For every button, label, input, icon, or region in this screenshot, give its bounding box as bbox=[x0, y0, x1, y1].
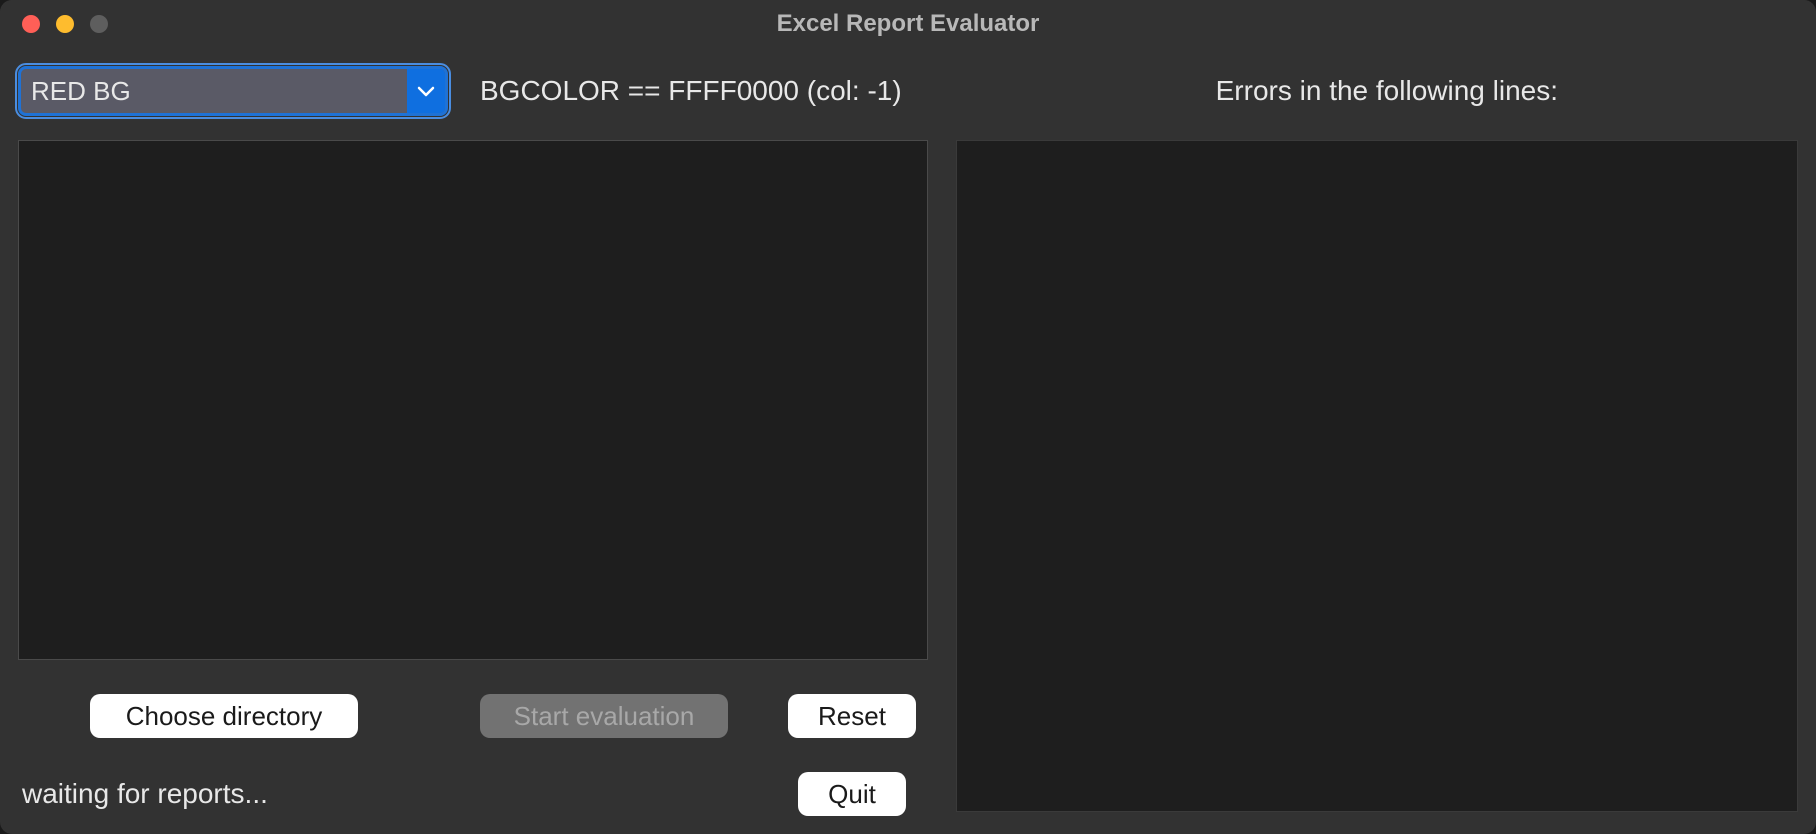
filter-combobox-value: RED BG bbox=[31, 76, 407, 107]
right-column bbox=[956, 140, 1798, 816]
app-window: Excel Report Evaluator RED BG BGCOLOR ==… bbox=[0, 0, 1816, 834]
bottom-row: waiting for reports... Quit bbox=[18, 772, 928, 816]
close-window-button[interactable] bbox=[22, 15, 40, 33]
reset-button[interactable]: Reset bbox=[788, 694, 916, 738]
window-title: Excel Report Evaluator bbox=[0, 10, 1816, 38]
filter-combobox-arrow[interactable] bbox=[407, 69, 445, 113]
maximize-window-button[interactable] bbox=[90, 15, 108, 33]
filter-combo-wrap: RED BG bbox=[18, 66, 448, 116]
button-row: Choose directory Start evaluation Reset bbox=[18, 694, 928, 738]
start-evaluation-button: Start evaluation bbox=[480, 694, 728, 738]
top-row: RED BG BGCOLOR == FFFF0000 (col: -1) Err… bbox=[18, 66, 1798, 116]
errors-header-label: Errors in the following lines: bbox=[1216, 75, 1558, 107]
chevron-down-icon bbox=[417, 85, 435, 97]
left-column: Choose directory Start evaluation Reset … bbox=[18, 140, 928, 816]
reports-list-panel[interactable] bbox=[18, 140, 928, 660]
filter-info-label: BGCOLOR == FFFF0000 (col: -1) bbox=[480, 75, 902, 107]
main-row: Choose directory Start evaluation Reset … bbox=[18, 140, 1798, 816]
errors-list-panel[interactable] bbox=[956, 140, 1798, 812]
filter-combobox[interactable]: RED BG bbox=[18, 66, 448, 116]
choose-directory-button[interactable]: Choose directory bbox=[90, 694, 358, 738]
content-area: RED BG BGCOLOR == FFFF0000 (col: -1) Err… bbox=[0, 48, 1816, 834]
titlebar: Excel Report Evaluator bbox=[0, 0, 1816, 48]
traffic-lights bbox=[22, 15, 108, 33]
minimize-window-button[interactable] bbox=[56, 15, 74, 33]
status-label: waiting for reports... bbox=[22, 778, 268, 810]
quit-button[interactable]: Quit bbox=[798, 772, 906, 816]
